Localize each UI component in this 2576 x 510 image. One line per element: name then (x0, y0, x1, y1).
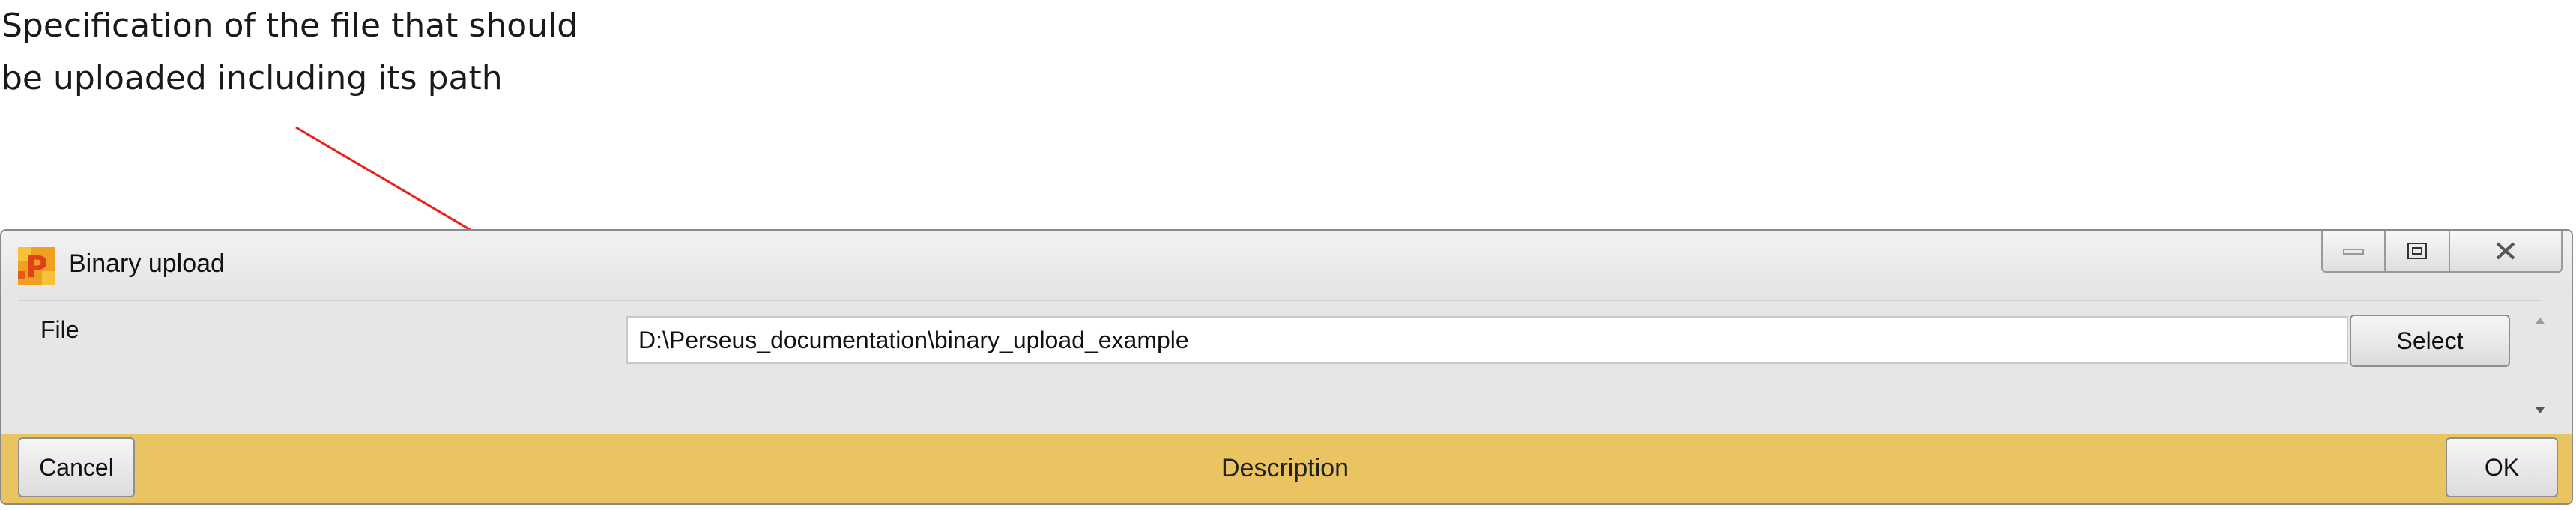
scroll-up-arrow-icon[interactable] (2531, 312, 2549, 330)
perseus-app-icon: P (18, 247, 55, 285)
dialog-footer: Cancel Description OK (1, 434, 2572, 503)
svg-text:P: P (25, 250, 47, 285)
window-caption-buttons (2321, 231, 2563, 276)
binary-upload-dialog: P Binary upload File D:\Perseus_document… (0, 229, 2573, 505)
close-icon (2496, 242, 2515, 260)
description-label: Description (1221, 454, 1349, 482)
scroll-down-arrow-icon[interactable] (2531, 401, 2549, 419)
parameter-panel: File Select (18, 300, 2540, 436)
restore-button[interactable] (2386, 231, 2450, 273)
ok-button[interactable]: OK (2446, 437, 2558, 497)
annotation-caption: Specification of the file that should be… (1, 0, 578, 105)
restore-icon (2407, 243, 2427, 259)
file-label: File (40, 316, 79, 343)
close-button[interactable] (2450, 231, 2563, 273)
file-path-input[interactable] (626, 316, 2348, 364)
title-bar[interactable]: P Binary upload (1, 231, 2572, 298)
screenshot-stage: Specification of the file that should be… (0, 0, 2576, 510)
window-title: Binary upload (69, 249, 225, 278)
vertical-scrollbar[interactable] (2525, 300, 2555, 434)
select-button[interactable]: Select (2350, 315, 2510, 367)
annotation-line-2: be uploaded including its path (1, 59, 503, 97)
annotation-line-1: Specification of the file that should (1, 7, 578, 45)
minimize-button[interactable] (2321, 231, 2386, 273)
cancel-button[interactable]: Cancel (18, 437, 135, 497)
minimize-icon (2343, 249, 2364, 255)
